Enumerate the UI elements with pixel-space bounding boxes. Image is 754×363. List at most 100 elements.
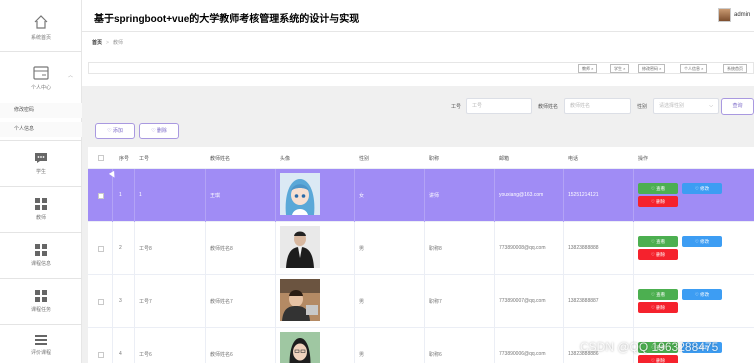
table-row[interactable]: 1 1 王琪 女 讲师 youxiang@163.com 15251214121…	[88, 169, 754, 222]
top-header: 基于springboot+vue的大学教师考核管理系统的设计与实现 admin	[82, 0, 754, 32]
sidebar-item-courses[interactable]: 课程信息	[0, 233, 82, 279]
cell-email: 773890006@qq.com	[499, 351, 546, 357]
column-divider	[134, 169, 135, 222]
column-divider	[275, 328, 276, 363]
chevron-up-icon[interactable]: ︿	[68, 72, 73, 79]
column-divider	[205, 328, 206, 363]
cell-index: 4	[119, 351, 122, 357]
view-button[interactable]: ♡ 查看	[638, 236, 678, 247]
teacher-avatar-image	[280, 226, 320, 268]
column-divider	[275, 169, 276, 222]
teacher-name-input[interactable]: 教师姓名	[564, 98, 631, 114]
user-name[interactable]: admin	[734, 12, 750, 18]
table-row[interactable]: 3 工号7 教师姓名7 男 职称7 773890007@qq.com 13823…	[88, 275, 754, 328]
id-card-icon	[33, 66, 49, 80]
tags-bar: 教师 × 学生 × 修改密码 × 个人信息 × 系统首页	[88, 62, 754, 74]
row-checkbox[interactable]	[98, 299, 104, 305]
row-checkbox[interactable]	[98, 246, 104, 252]
column-header-gonghao: 工号	[139, 156, 150, 162]
gonghao-input[interactable]: 工号	[466, 98, 532, 114]
column-divider	[563, 328, 564, 363]
gender-select[interactable]: 请选择性别 ⌵	[653, 98, 719, 114]
column-header-avatar: 头像	[280, 156, 291, 162]
sidebar-item-teachers[interactable]: 教师	[0, 187, 82, 233]
column-divider	[633, 275, 634, 328]
cell-name: 王琪	[210, 193, 221, 199]
cell-email: 773890008@qq.com	[499, 245, 546, 251]
cell-index: 2	[119, 245, 122, 251]
column-header-title: 职称	[429, 156, 440, 162]
select-all-checkbox[interactable]	[98, 155, 104, 161]
view-button[interactable]: ♡ 查看	[638, 289, 678, 300]
delete-row-button[interactable]: ♡ 删除	[638, 302, 678, 313]
sidebar: 系统首页 个人中心 ︿ 修改密码 个人信息 学生 教师 课程信息 课程任务 评价…	[0, 0, 82, 363]
edit-button[interactable]: ♡ 修改	[682, 289, 722, 300]
table-header: 序号 工号 教师姓名 头像 性别 职称 邮箱 电话 操作	[88, 147, 754, 169]
cell-index: 3	[119, 298, 122, 304]
row-checkbox[interactable]	[98, 193, 104, 199]
cell-name: 教师姓名8	[210, 246, 233, 252]
column-divider	[633, 222, 634, 275]
cell-title: 讲师	[429, 193, 440, 199]
grid-icon	[35, 244, 47, 256]
delete-row-button[interactable]: ♡ 删除	[638, 355, 678, 363]
add-button[interactable]: ♡ 添加	[95, 123, 135, 139]
tag-student[interactable]: 学生 ×	[610, 64, 630, 73]
sidebar-item-home[interactable]: 系统首页	[0, 0, 82, 52]
column-header-email: 邮箱	[499, 156, 510, 162]
cell-title: 职称8	[429, 246, 442, 252]
sidebar-item-label: 学生	[35, 169, 46, 175]
breadcrumb-home[interactable]: 首页	[92, 40, 102, 46]
cell-name: 教师姓名7	[210, 299, 233, 305]
column-divider	[134, 222, 135, 275]
column-divider	[354, 328, 355, 363]
cell-name: 教师姓名6	[210, 352, 233, 358]
avatar[interactable]	[718, 8, 731, 22]
delete-row-button[interactable]: ♡ 删除	[638, 249, 678, 260]
tag-home[interactable]: 系统首页	[723, 64, 747, 73]
column-divider	[354, 275, 355, 328]
sidebar-item-students[interactable]: 学生	[0, 140, 82, 187]
query-button[interactable]: 查询	[721, 98, 754, 115]
sidebar-item-course-evaluation[interactable]: 评价课程	[0, 325, 82, 363]
cell-email: 773890007@qq.com	[499, 298, 546, 304]
sidebar-item-label: 教师	[35, 215, 46, 221]
column-divider	[494, 328, 495, 363]
grid-icon	[35, 290, 47, 302]
sidebar-subitem-change-password[interactable]: 修改密码	[0, 103, 82, 118]
column-divider	[494, 169, 495, 222]
column-divider	[354, 222, 355, 275]
column-divider	[205, 222, 206, 275]
column-divider	[563, 169, 564, 222]
sidebar-item-course-tasks[interactable]: 课程任务	[0, 279, 82, 325]
cell-gender: 男	[359, 246, 365, 252]
gonghao-label: 工号	[451, 104, 462, 110]
column-divider	[424, 328, 425, 363]
view-button[interactable]: ♡ 查看	[638, 183, 678, 194]
column-header-index: 序号	[119, 156, 130, 162]
cell-phone: 15251214121	[568, 192, 599, 198]
tag-change-password[interactable]: 修改密码 ×	[638, 64, 666, 73]
teacher-table: 序号 工号 教师姓名 头像 性别 职称 邮箱 电话 操作 1 1 王琪 女 讲师…	[88, 147, 754, 363]
delete-button[interactable]: ♡ 删除	[139, 123, 179, 139]
delete-row-button[interactable]: ♡ 删除	[638, 196, 678, 207]
row-checkbox[interactable]	[98, 352, 104, 358]
cell-gonghao: 工号8	[139, 246, 152, 252]
sidebar-subitem-profile-info[interactable]: 个人信息	[0, 122, 82, 137]
column-divider	[354, 169, 355, 222]
tag-profile-info[interactable]: 个人信息 ×	[680, 64, 708, 73]
list-icon	[35, 335, 47, 345]
breadcrumb-separator: >	[106, 40, 109, 46]
column-header-actions: 操作	[638, 156, 649, 162]
table-row[interactable]: 2 工号8 教师姓名8 男 职称8 773890008@qq.com 13823…	[88, 222, 754, 275]
tag-teacher[interactable]: 教师 ×	[578, 64, 598, 73]
teacher-avatar-image	[280, 173, 320, 215]
column-header-phone: 电话	[568, 156, 579, 162]
cell-title: 职称7	[429, 299, 442, 305]
edit-button[interactable]: ♡ 修改	[682, 183, 722, 194]
column-divider	[424, 169, 425, 222]
column-divider	[563, 222, 564, 275]
edit-button[interactable]: ♡ 修改	[682, 236, 722, 247]
cell-gonghao: 工号6	[139, 352, 152, 358]
gender-select-placeholder: 请选择性别	[659, 103, 685, 109]
